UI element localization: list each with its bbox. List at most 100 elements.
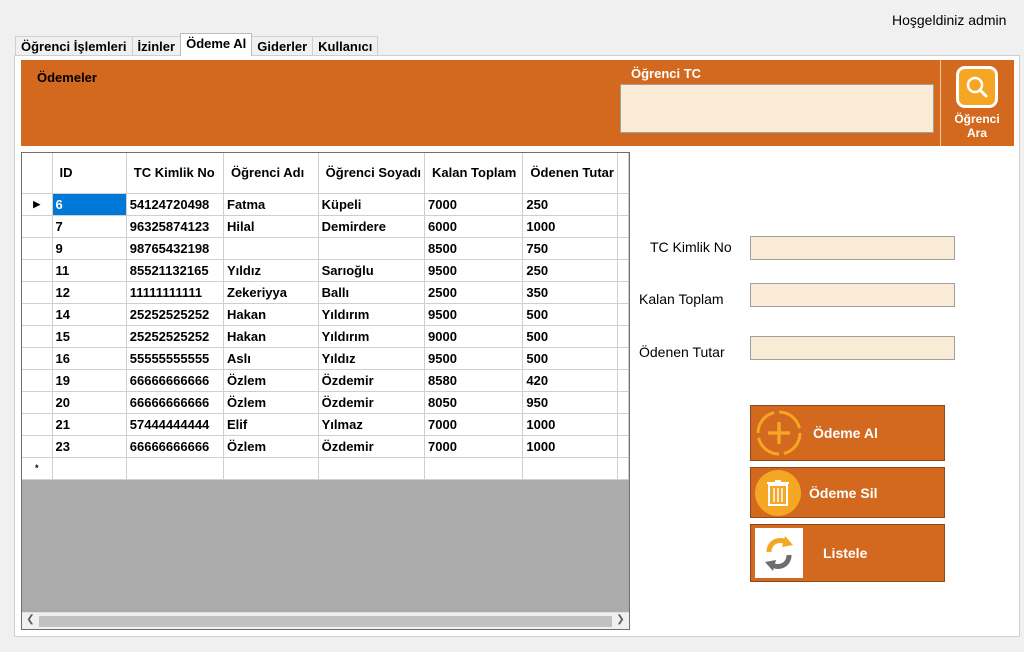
cell-soyad[interactable]: Yılmaz [318,413,426,436]
column-header-kalan[interactable]: Kalan Toplam [424,153,524,194]
row-header[interactable] [22,413,53,436]
cell-tc[interactable]: 25252525252 [126,303,225,326]
cell-odenen[interactable]: 250 [522,193,618,216]
odeme-sil-button[interactable]: Ödeme Sil [750,467,945,518]
cell-kalan[interactable]: 2500 [424,281,524,304]
cell-ad[interactable]: Özlem [223,435,319,458]
cell-odenen[interactable]: 350 [522,281,618,304]
cell-odenen[interactable]: 500 [522,325,618,348]
cell-ad[interactable]: Hakan [223,325,319,348]
cell-tc[interactable]: 55555555555 [126,347,225,370]
cell-soyad[interactable]: Demirdere [318,215,426,238]
cell-odenen[interactable]: 500 [522,347,618,370]
cell-id[interactable]: 23 [52,435,127,458]
cell-soyad[interactable]: Özdemir [318,369,426,392]
cell-soyad[interactable]: Yıldırım [318,325,426,348]
cell-id[interactable]: 9 [52,237,127,260]
column-header-tc[interactable]: TC Kimlik No [126,153,225,194]
row-header[interactable] [22,215,53,238]
cell-odenen[interactable]: 750 [522,237,618,260]
row-header[interactable] [22,325,53,348]
cell-id[interactable]: 20 [52,391,127,414]
cell-soyad[interactable] [318,237,426,260]
cell-kalan[interactable]: 9000 [424,325,524,348]
cell-tc[interactable]: 98765432198 [126,237,225,260]
cell-tc[interactable]: 57444444444 [126,413,225,436]
table-row[interactable]: 9 98765432198 8500 750 [22,237,629,260]
row-header[interactable] [22,369,53,392]
cell-odenen[interactable]: 1000 [522,413,618,436]
row-header[interactable] [22,347,53,370]
cell-odenen[interactable]: 420 [522,369,618,392]
row-header[interactable] [22,435,53,458]
cell-tc[interactable]: 66666666666 [126,369,225,392]
row-header[interactable] [22,391,53,414]
table-row[interactable]: 14 25252525252 Hakan Yıldırım 9500 500 [22,303,629,326]
cell-kalan[interactable]: 8580 [424,369,524,392]
scroll-right-arrow-icon[interactable]: ❯ [612,614,629,625]
cell-odenen[interactable]: 1000 [522,215,618,238]
cell-id[interactable]: 16 [52,347,127,370]
cell-ad[interactable]: Özlem [223,369,319,392]
cell-tc[interactable]: 66666666666 [126,391,225,414]
cell-kalan[interactable]: 8050 [424,391,524,414]
new-row-cell[interactable] [126,457,225,480]
table-row[interactable]: 16 55555555555 Aslı Yıldız 9500 500 [22,347,629,370]
new-row-cell[interactable] [223,457,319,480]
cell-kalan[interactable]: 8500 [424,237,524,260]
cell-tc[interactable]: 54124720498 [126,193,225,216]
column-header-ad[interactable]: Öğrenci Adı [223,153,319,194]
table-row[interactable]: 23 66666666666 Özlem Özdemir 7000 1000 [22,435,629,458]
table-row[interactable]: 19 66666666666 Özlem Özdemir 8580 420 [22,369,629,392]
tab-kullanici[interactable]: Kullanıcı [312,36,379,56]
cell-kalan[interactable]: 9500 [424,259,524,282]
scrollbar-thumb[interactable] [39,616,612,627]
row-header[interactable] [22,303,53,326]
table-row[interactable]: 20 66666666666 Özlem Özdemir 8050 950 [22,391,629,414]
odenen-tutar-input[interactable] [750,336,955,360]
cell-ad[interactable]: Özlem [223,391,319,414]
table-row[interactable]: 12 11111111111 Zekeriyya Ballı 2500 350 [22,281,629,304]
new-row-cell[interactable] [424,457,524,480]
cell-odenen[interactable]: 1000 [522,435,618,458]
cell-soyad[interactable]: Yıldırım [318,303,426,326]
payments-grid[interactable]: ID TC Kimlik No Öğrenci Adı Öğrenci Soya… [21,152,630,630]
table-row[interactable]: 11 85521132165 Yıldız Sarıoğlu 9500 250 [22,259,629,282]
cell-id[interactable]: 15 [52,325,127,348]
cell-kalan[interactable]: 7000 [424,413,524,436]
search-student-button[interactable]: Öğrenci Ara [946,64,1008,144]
table-row[interactable]: 21 57444444444 Elif Yılmaz 7000 1000 [22,413,629,436]
tab-giderler[interactable]: Giderler [251,36,314,56]
table-row[interactable]: 7 96325874123 Hilal Demirdere 6000 1000 [22,215,629,238]
cell-soyad[interactable]: Küpeli [318,193,426,216]
cell-soyad[interactable]: Özdemir [318,435,426,458]
cell-tc[interactable]: 66666666666 [126,435,225,458]
horizontal-scrollbar[interactable]: ❮ ❯ [22,612,629,629]
row-header[interactable] [22,237,53,260]
column-header-soyad[interactable]: Öğrenci Soyadı [318,153,426,194]
cell-ad[interactable]: Fatma [223,193,319,216]
cell-ad[interactable]: Hilal [223,215,319,238]
cell-id[interactable]: 12 [52,281,127,304]
cell-ad[interactable] [223,237,319,260]
new-row-cell[interactable] [617,457,629,480]
listele-button[interactable]: Listele [750,524,945,582]
cell-odenen[interactable]: 250 [522,259,618,282]
cell-soyad[interactable]: Sarıoğlu [318,259,426,282]
cell-tc[interactable]: 96325874123 [126,215,225,238]
kalan-toplam-input[interactable] [750,283,955,307]
column-header-id[interactable]: ID [52,153,127,194]
cell-kalan[interactable]: 7000 [424,193,524,216]
new-row-cell[interactable] [522,457,618,480]
cell-odenen[interactable]: 950 [522,391,618,414]
cell-id[interactable]: 6 [52,193,127,216]
cell-odenen[interactable]: 500 [522,303,618,326]
cell-ad[interactable]: Elif [223,413,319,436]
cell-id[interactable]: 11 [52,259,127,282]
cell-soyad[interactable]: Özdemir [318,391,426,414]
cell-soyad[interactable]: Ballı [318,281,426,304]
table-row[interactable]: ▶ 6 54124720498 Fatma Küpeli 7000 250 [22,193,629,216]
new-row-cell[interactable] [318,457,426,480]
row-header[interactable] [22,281,53,304]
new-row-cell[interactable] [52,457,127,480]
